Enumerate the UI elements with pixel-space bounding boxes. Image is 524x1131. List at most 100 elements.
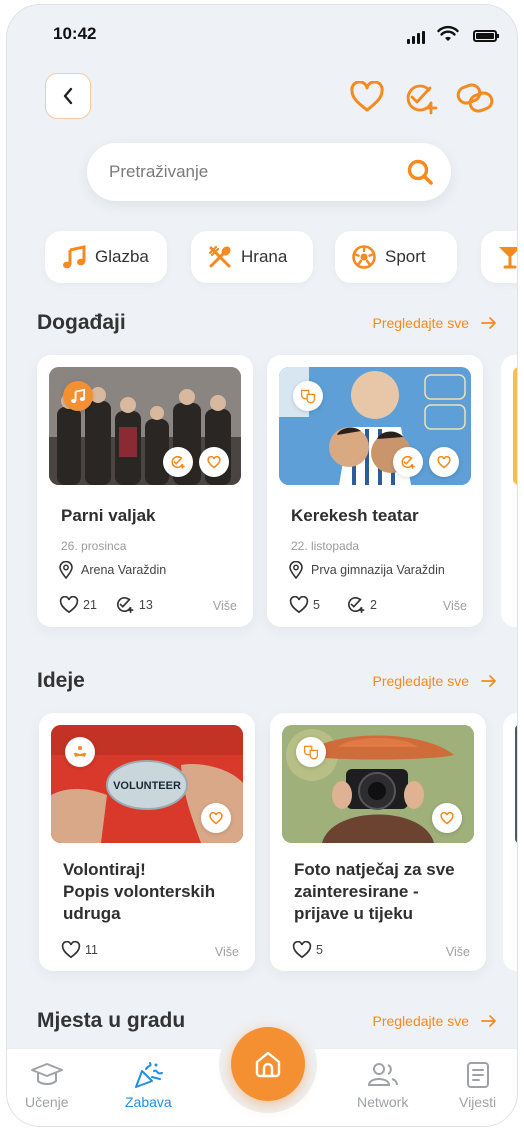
likes-count: 11 <box>85 943 98 957</box>
back-button[interactable] <box>45 73 91 119</box>
category-label: Sport <box>385 247 426 266</box>
search-input[interactable] <box>109 157 389 187</box>
heart-icon[interactable] <box>349 81 385 113</box>
nav-label: Network <box>357 1094 409 1110</box>
music-icon <box>63 245 86 269</box>
going-button[interactable] <box>163 447 193 477</box>
event-location: Prva gimnazija Varaždin <box>289 561 445 579</box>
arrow-right-icon <box>481 1015 496 1027</box>
like-button[interactable] <box>429 447 459 477</box>
event-card[interactable]: Kerekesh teatar 22. listopada Prva gimna… <box>267 355 483 627</box>
idea-title-line: zainteresirane - <box>294 882 419 901</box>
chevron-left-icon <box>63 87 73 105</box>
calendar-check-icon[interactable] <box>403 81 439 115</box>
idea-card-peek[interactable] <box>503 713 517 971</box>
like-button[interactable] <box>201 803 231 833</box>
like-button[interactable] <box>432 803 462 833</box>
heart-icon <box>61 941 81 959</box>
see-all-label: Pregledajte sve <box>372 1013 469 1029</box>
people-icon <box>367 1063 398 1086</box>
idea-title-line: Popis volonterskih <box>63 882 216 901</box>
graduation-cap-icon <box>30 1063 63 1085</box>
event-card-peek[interactable] <box>501 355 517 627</box>
idea-title-line: prijave u tijeku <box>294 904 414 923</box>
section-title-events: Događaji <box>37 311 126 334</box>
search-icon[interactable] <box>405 157 435 187</box>
search-bar <box>87 143 451 201</box>
category-badge <box>63 381 93 411</box>
heart-icon <box>437 455 451 469</box>
nav-item-network[interactable]: Network <box>357 1061 408 1110</box>
more-link[interactable]: Više <box>443 599 467 613</box>
going-button[interactable] <box>393 447 423 477</box>
see-all-label: Pregledajte sve <box>372 673 469 689</box>
heart-icon <box>289 595 309 613</box>
calendar-check-icon <box>171 455 185 469</box>
arrow-right-icon <box>481 317 496 329</box>
heart-icon <box>209 811 223 825</box>
like-button[interactable] <box>199 447 229 477</box>
cocktail-icon <box>499 247 517 269</box>
event-date: 26. prosinca <box>61 539 127 553</box>
location-pin-icon <box>59 561 73 579</box>
home-button[interactable] <box>231 1027 305 1101</box>
signal-icon <box>407 31 425 44</box>
link-icon[interactable] <box>455 81 495 115</box>
idea-title: Foto natječaj za sve zainteresirane - pr… <box>294 859 455 925</box>
wifi-icon <box>437 25 459 41</box>
nav-label: Vijesti <box>459 1094 497 1110</box>
home-icon <box>255 1051 281 1078</box>
calendar-check-icon <box>401 455 415 469</box>
nav-item-ucenje[interactable]: Učenje <box>25 1061 69 1110</box>
category-label: Glazba <box>95 247 149 266</box>
helping-hands-icon <box>73 746 87 757</box>
ball-icon <box>352 245 376 269</box>
heart-icon <box>440 811 454 825</box>
places-see-all-link[interactable]: Pregledajte sve <box>372 1013 497 1029</box>
location-label: Arena Varaždin <box>81 563 167 577</box>
event-stats: 21 13 <box>59 595 153 614</box>
event-date: 22. listopada <box>291 539 360 553</box>
nav-label: Učenje <box>25 1094 69 1110</box>
more-link[interactable]: Više <box>213 599 237 613</box>
idea-title-line: udruga <box>63 904 121 923</box>
event-location: Arena Varaždin <box>59 561 166 579</box>
events-see-all-link[interactable]: Pregledajte sve <box>372 315 497 331</box>
section-title-places: Mjesta u gradu <box>37 1009 186 1032</box>
event-title: Kerekesh teatar <box>291 506 419 525</box>
music-icon <box>71 388 86 403</box>
likes-count: 21 <box>83 597 97 612</box>
category-badge <box>65 737 95 767</box>
nav-item-zabava[interactable]: Zabava <box>125 1061 172 1110</box>
likes-count: 5 <box>316 943 323 957</box>
going-count: 13 <box>138 597 153 612</box>
idea-title-line: Foto natječaj za sve <box>294 860 455 879</box>
category-chip-sport[interactable]: Sport <box>335 231 457 283</box>
category-chip-drinks[interactable] <box>481 231 517 283</box>
arrow-right-icon <box>481 675 496 687</box>
heart-icon <box>207 455 221 469</box>
location-pin-icon <box>289 561 303 579</box>
nav-item-vijesti[interactable]: Vijesti <box>459 1061 496 1110</box>
app-screen: 10:42 Pretraživanje Glazba Hrana Sport D… <box>6 4 518 1127</box>
category-chip-glazba[interactable]: Glazba <box>45 231 167 283</box>
category-badge <box>293 381 323 411</box>
status-time: 10:42 <box>53 24 97 43</box>
category-chip-hrana[interactable]: Hrana <box>191 231 313 283</box>
event-stats: 5 2 <box>289 595 377 614</box>
event-title: Parni valjak <box>61 506 156 525</box>
calendar-check-icon <box>116 597 134 613</box>
section-title-ideas: Ideje <box>37 669 85 692</box>
news-icon <box>466 1062 489 1088</box>
idea-card[interactable]: VOLUNTEER Volontiraj! Popis volonterskih… <box>39 713 255 971</box>
heart-icon <box>59 595 79 613</box>
calendar-check-icon <box>348 597 365 613</box>
fork-spoon-icon <box>208 245 231 268</box>
more-link[interactable]: Više <box>215 945 239 959</box>
more-link[interactable]: Više <box>446 945 470 959</box>
ideas-see-all-link[interactable]: Pregledajte sve <box>372 673 497 689</box>
event-image <box>279 367 471 485</box>
idea-card[interactable]: Foto natječaj za sve zainteresirane - pr… <box>270 713 486 971</box>
event-card[interactable]: Parni valjak 26. prosinca Arena Varaždin… <box>37 355 253 627</box>
category-badge <box>296 737 326 767</box>
